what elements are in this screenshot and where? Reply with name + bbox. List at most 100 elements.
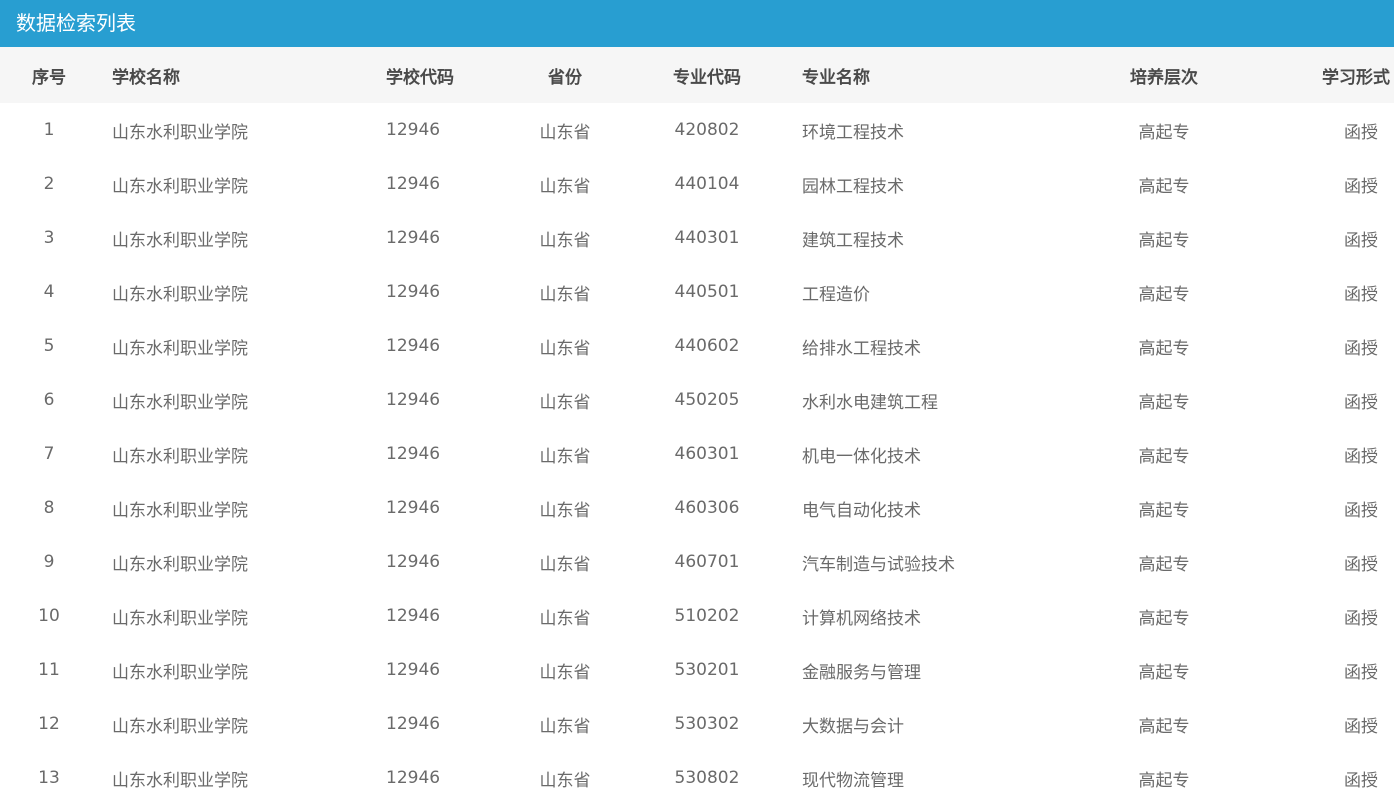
cell-school-code: 12946	[386, 606, 441, 626]
table-header: 序号 学校名称 学校代码 省份 专业代码 专业名称 培养层次 学习形式	[0, 47, 1394, 103]
cell-province: 山东省	[539, 554, 591, 575]
cell-major-code: 530302	[674, 714, 740, 734]
cell-index: 3	[43, 228, 55, 248]
cell-major-name: 计算机网络技术	[802, 608, 921, 629]
cell-school-name: 山东水利职业学院	[112, 176, 248, 197]
table-row: 13 山东水利职业学院 12946 山东省 530802 现代物流管理 高起专 函授	[0, 751, 1394, 801]
cell-major-code: 440301	[674, 228, 740, 248]
cell-study-mode: 函授	[1344, 122, 1378, 143]
cell-level: 高起专	[1138, 500, 1190, 521]
cell-study-mode: 函授	[1344, 770, 1378, 791]
cell-school-name: 山东水利职业学院	[112, 446, 248, 467]
cell-level: 高起专	[1138, 284, 1190, 305]
cell-level: 高起专	[1138, 338, 1190, 359]
cell-province: 山东省	[539, 716, 591, 737]
cell-school-code: 12946	[386, 120, 441, 140]
cell-level: 高起专	[1138, 770, 1190, 791]
cell-school-code: 12946	[386, 228, 441, 248]
cell-study-mode: 函授	[1344, 230, 1378, 251]
column-header-level: 培养层次	[1130, 67, 1198, 88]
cell-school-name: 山东水利职业学院	[112, 500, 248, 521]
panel-header: 数据检索列表	[0, 0, 1394, 47]
table-row: 6 山东水利职业学院 12946 山东省 450205 水利水电建筑工程 高起专 函授	[0, 373, 1394, 427]
cell-level: 高起专	[1138, 662, 1190, 683]
cell-level: 高起专	[1138, 446, 1190, 467]
cell-school-code: 12946	[386, 552, 441, 572]
cell-index: 1	[43, 120, 55, 140]
table-row: 8 山东水利职业学院 12946 山东省 460306 电气自动化技术 高起专 函授	[0, 481, 1394, 535]
cell-study-mode: 函授	[1344, 500, 1378, 521]
column-header-school-code: 学校代码	[386, 67, 454, 88]
table-row: 9 山东水利职业学院 12946 山东省 460701 汽车制造与试验技术 高起专 函授	[0, 535, 1394, 589]
cell-major-code: 510202	[674, 606, 740, 626]
cell-major-name: 建筑工程技术	[802, 230, 904, 251]
cell-study-mode: 函授	[1344, 176, 1378, 197]
cell-level: 高起专	[1138, 230, 1190, 251]
cell-major-name: 园林工程技术	[802, 176, 904, 197]
cell-study-mode: 函授	[1344, 716, 1378, 737]
cell-province: 山东省	[539, 176, 591, 197]
cell-study-mode: 函授	[1344, 608, 1378, 629]
table-row: 3 山东水利职业学院 12946 山东省 440301 建筑工程技术 高起专 函授	[0, 211, 1394, 265]
cell-school-code: 12946	[386, 336, 441, 356]
cell-study-mode: 函授	[1344, 338, 1378, 359]
table-row: 11 山东水利职业学院 12946 山东省 530201 金融服务与管理 高起专 函授	[0, 643, 1394, 697]
cell-major-name: 现代物流管理	[802, 770, 904, 791]
table-row: 7 山东水利职业学院 12946 山东省 460301 机电一体化技术 高起专 函授	[0, 427, 1394, 481]
cell-major-name: 电气自动化技术	[802, 500, 921, 521]
cell-province: 山东省	[539, 122, 591, 143]
table-row: 10 山东水利职业学院 12946 山东省 510202 计算机网络技术 高起专 函授	[0, 589, 1394, 643]
cell-school-name: 山东水利职业学院	[112, 230, 248, 251]
cell-major-name: 汽车制造与试验技术	[802, 554, 955, 575]
cell-province: 山东省	[539, 230, 591, 251]
cell-major-code: 450205	[674, 390, 740, 410]
cell-school-name: 山东水利职业学院	[112, 608, 248, 629]
cell-major-code: 530802	[674, 768, 740, 788]
cell-school-code: 12946	[386, 390, 441, 410]
column-header-school-name: 学校名称	[112, 67, 180, 88]
cell-school-name: 山东水利职业学院	[112, 716, 248, 737]
cell-study-mode: 函授	[1344, 446, 1378, 467]
cell-province: 山东省	[539, 284, 591, 305]
cell-level: 高起专	[1138, 392, 1190, 413]
table-body: 1 山东水利职业学院 12946 山东省 420802 环境工程技术 高起专 函授 2 山东水利职…	[0, 103, 1394, 801]
cell-major-code: 530201	[674, 660, 740, 680]
cell-study-mode: 函授	[1344, 284, 1378, 305]
table-row: 1 山东水利职业学院 12946 山东省 420802 环境工程技术 高起专 函授	[0, 103, 1394, 157]
column-header-index: 序号	[32, 67, 66, 88]
cell-major-code: 440104	[674, 174, 740, 194]
cell-major-code: 460701	[674, 552, 740, 572]
cell-major-name: 大数据与会计	[802, 716, 904, 737]
cell-province: 山东省	[539, 608, 591, 629]
cell-major-code: 460301	[674, 444, 740, 464]
cell-province: 山东省	[539, 392, 591, 413]
cell-school-name: 山东水利职业学院	[112, 554, 248, 575]
cell-index: 2	[43, 174, 55, 194]
cell-school-name: 山东水利职业学院	[112, 284, 248, 305]
cell-index: 9	[43, 552, 55, 572]
cell-school-code: 12946	[386, 282, 441, 302]
cell-major-code: 420802	[674, 120, 740, 140]
table-row: 2 山东水利职业学院 12946 山东省 440104 园林工程技术 高起专 函授	[0, 157, 1394, 211]
cell-level: 高起专	[1138, 554, 1190, 575]
table-row: 12 山东水利职业学院 12946 山东省 530302 大数据与会计 高起专 函授	[0, 697, 1394, 751]
cell-index: 13	[38, 768, 60, 788]
cell-province: 山东省	[539, 446, 591, 467]
cell-index: 10	[38, 606, 60, 626]
column-header-study-mode: 学习形式	[1322, 67, 1390, 88]
cell-school-name: 山东水利职业学院	[112, 770, 248, 791]
cell-index: 7	[43, 444, 55, 464]
cell-school-name: 山东水利职业学院	[112, 338, 248, 359]
cell-major-code: 460306	[674, 498, 740, 518]
cell-level: 高起专	[1138, 608, 1190, 629]
cell-study-mode: 函授	[1344, 392, 1378, 413]
column-header-major-code: 专业代码	[673, 67, 741, 88]
cell-school-code: 12946	[386, 444, 441, 464]
table-row: 5 山东水利职业学院 12946 山东省 440602 给排水工程技术 高起专 函授	[0, 319, 1394, 373]
cell-school-name: 山东水利职业学院	[112, 122, 248, 143]
cell-province: 山东省	[539, 662, 591, 683]
cell-major-name: 机电一体化技术	[802, 446, 921, 467]
table-row: 4 山东水利职业学院 12946 山东省 440501 工程造价 高起专 函授	[0, 265, 1394, 319]
cell-index: 4	[43, 282, 55, 302]
column-header-major-name: 专业名称	[802, 67, 870, 88]
